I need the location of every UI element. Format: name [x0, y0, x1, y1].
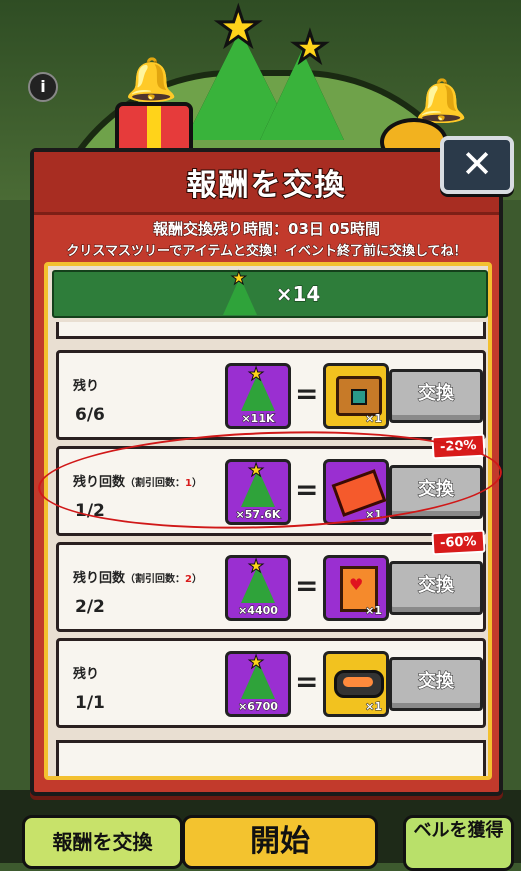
currency-count: ×14: [275, 282, 321, 307]
reward-item[interactable]: ×1: [323, 555, 389, 621]
exchange-row: 残り 6/6 ★ ×11K = ×1 交換: [56, 350, 486, 440]
star-icon: ★: [247, 364, 265, 386]
reward-quantity: ×1: [365, 700, 383, 714]
close-button[interactable]: ✕: [440, 136, 514, 194]
discount-badge: -60%: [431, 529, 486, 556]
start-button[interactable]: 開始: [182, 815, 378, 869]
exchange-button[interactable]: 交換: [389, 369, 483, 423]
remaining-count: 6/6: [75, 405, 105, 425]
christmas-tree-icon: ★: [220, 268, 260, 315]
exchange-row: 残り 1/1 ★ ×6700 = ×1 交換: [56, 638, 486, 728]
remaining-label: 残り回数（割引回数：2）: [73, 571, 202, 586]
equals-icon: =: [295, 473, 319, 506]
list-item-partial: [56, 322, 486, 339]
goggles-icon: [334, 670, 384, 698]
reward-quantity: ×1: [365, 604, 383, 618]
exchange-modal: 報酬を交換 報酬交換残り時間：03日 05時間 クリスマスツリーでアイテムと交換…: [30, 148, 503, 796]
cost-item: ★ ×4400: [225, 555, 291, 621]
cost-quantity: ×6700: [238, 700, 279, 714]
currency-count-bar: ★ ×14: [52, 268, 488, 318]
cost-item: ★ ×11K: [225, 363, 291, 429]
reward-item[interactable]: ×1: [323, 651, 389, 717]
reward-item[interactable]: ×1: [323, 363, 389, 429]
remaining-label: 残り: [73, 667, 100, 682]
exchange-row: 残り回数（割引回数：2） 2/2 ★ ×4400 = ×1 交換 -60%: [56, 529, 486, 632]
exchange-button[interactable]: 交換: [389, 465, 483, 519]
cost-item: ★ ×6700: [225, 651, 291, 717]
cost-quantity: ×11K: [241, 412, 275, 426]
star-icon: ★: [247, 460, 265, 482]
star-icon: ★: [247, 556, 265, 578]
modal-header: 報酬を交換: [34, 152, 499, 215]
discount-badge: -20%: [431, 433, 486, 460]
info-button[interactable]: i: [28, 72, 58, 102]
remaining-time: 報酬交換残り時間：03日 05時間: [153, 220, 381, 239]
exchange-button[interactable]: 交換: [389, 561, 483, 615]
list-item-partial: [56, 740, 486, 776]
remaining-count: 1/2: [75, 501, 105, 521]
exchange-button[interactable]: 交換: [389, 657, 483, 711]
exchange-row: 残り回数（割引回数：1） 1/2 ★ ×57.6K = ×1 交換 -20%: [56, 433, 486, 536]
cost-quantity: ×4400: [238, 604, 279, 618]
chest-icon: [336, 376, 382, 416]
star-icon: ★: [291, 25, 330, 71]
reward-item[interactable]: ×1: [323, 459, 389, 525]
cost-quantity: ×57.6K: [235, 508, 281, 522]
remaining-label: 残り: [73, 379, 100, 394]
bell-icon: 🔔: [124, 54, 178, 105]
reward-quantity: ×1: [365, 412, 383, 426]
remaining-count: 2/2: [75, 597, 105, 617]
modal-title: 報酬を交換: [186, 167, 347, 204]
remaining-count: 1/1: [75, 693, 105, 713]
equals-icon: =: [295, 569, 319, 602]
remaining-label: 残り回数（割引回数：1）: [73, 475, 202, 490]
equals-icon: =: [295, 665, 319, 698]
equals-icon: =: [295, 377, 319, 410]
cost-item: ★ ×57.6K: [225, 459, 291, 525]
exchange-list[interactable]: ★ ×14 残り 6/6 ★ ×11K = ×1 交換 残り回数（割引回数：1）: [44, 262, 492, 780]
star-icon: ★: [247, 652, 265, 674]
reward-quantity: ×1: [365, 508, 383, 522]
exchange-notice: クリスマスツリーでアイテムと交換！イベント終了前に交換してね！: [66, 244, 467, 260]
reward-exchange-button[interactable]: 報酬を交換: [22, 815, 183, 869]
star-icon: ★: [214, 0, 264, 58]
